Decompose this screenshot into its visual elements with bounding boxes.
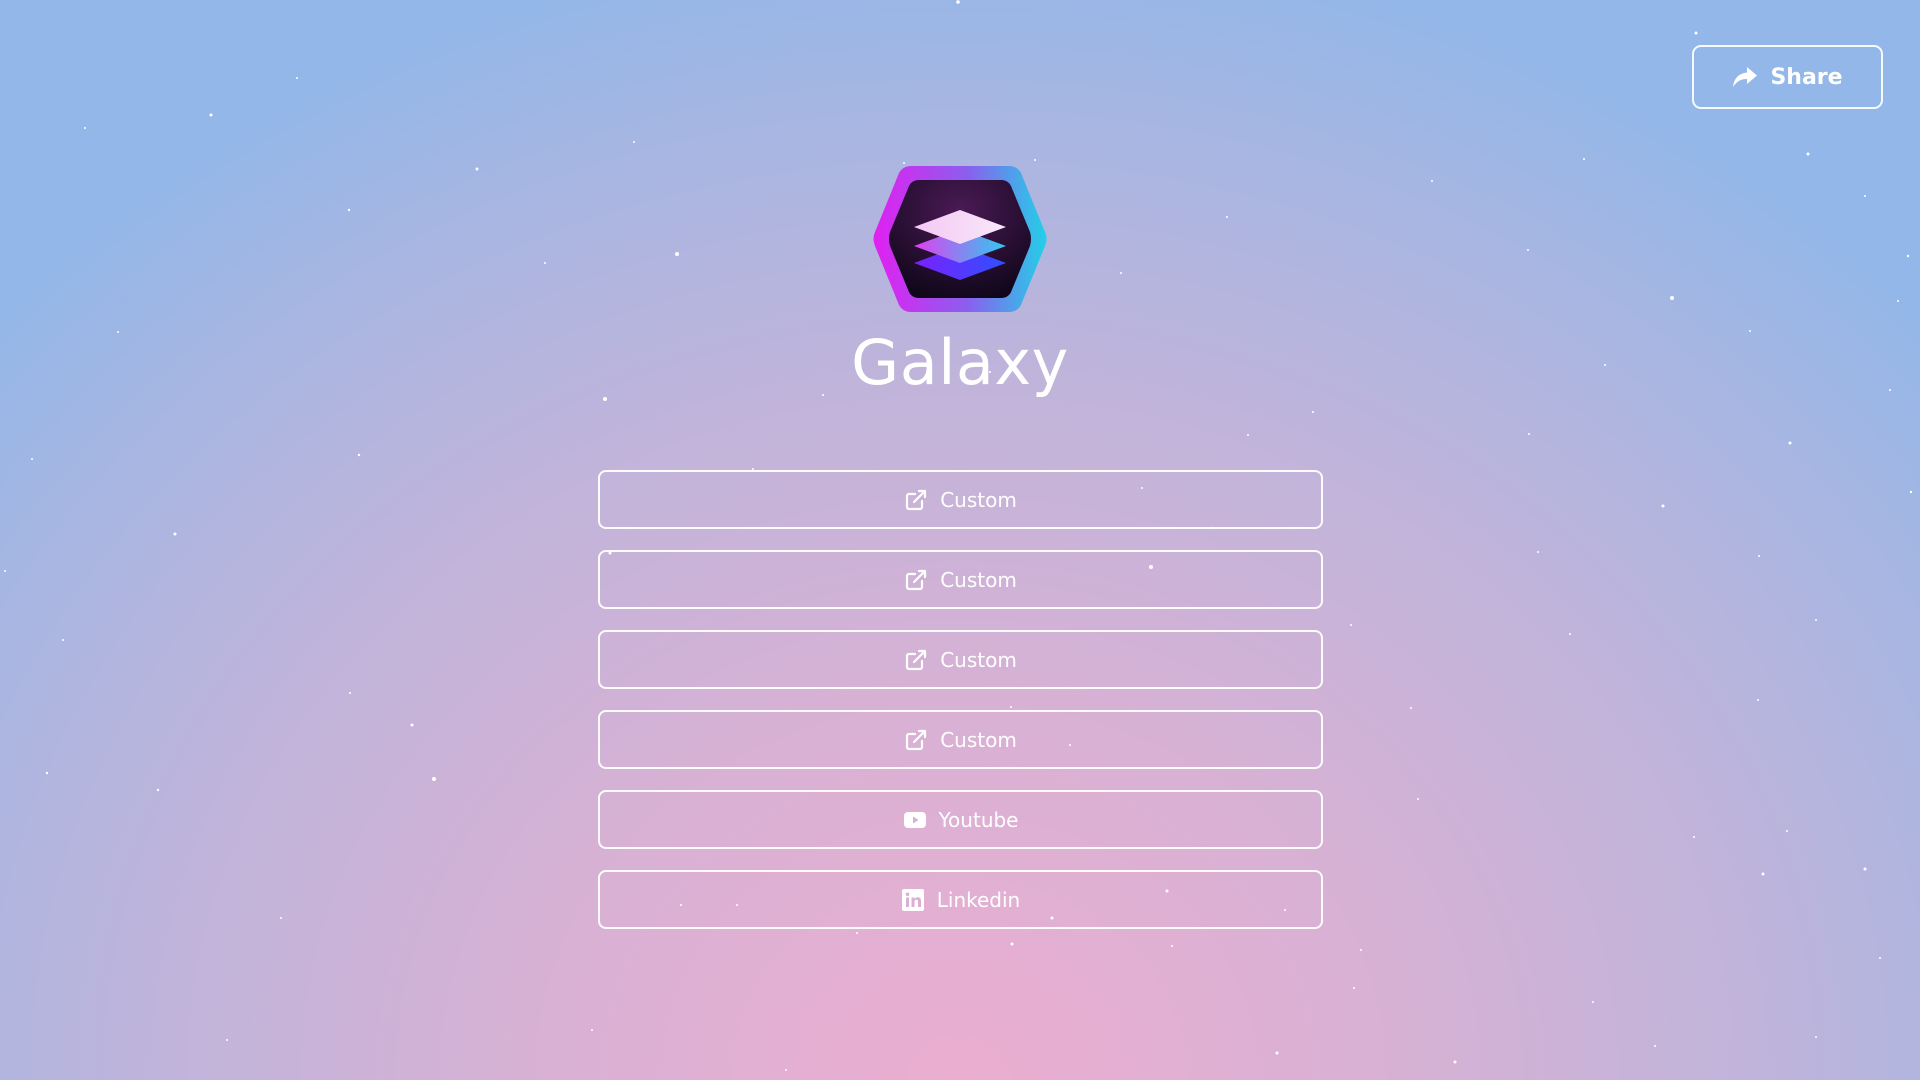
link-button-custom-4[interactable]: Custom [598,710,1323,769]
link-label: Custom [940,567,1017,592]
share-button[interactable]: Share [1692,45,1883,109]
link-button-custom-3[interactable]: Custom [598,630,1323,689]
link-label: Custom [940,727,1017,752]
link-button-custom-2[interactable]: Custom [598,550,1323,609]
youtube-icon [903,811,926,828]
link-list: Custom Custom Custom Custom Youtube Link… [598,470,1323,929]
link-label: Linkedin [936,887,1021,912]
link-button-youtube[interactable]: Youtube [598,790,1323,849]
page-title: Galaxy [851,326,1069,399]
linkedin-icon [901,888,924,911]
link-button-linkedin[interactable]: Linkedin [598,870,1323,929]
share-label: Share [1770,64,1843,90]
external-link-icon [906,729,927,750]
external-link-icon [906,649,927,670]
link-button-custom-1[interactable]: Custom [598,470,1323,529]
link-label: Youtube [938,807,1019,832]
layers-hexagon-logo [873,166,1047,312]
external-link-icon [906,489,927,510]
share-arrow-icon [1733,67,1758,87]
link-label: Custom [940,647,1017,672]
link-label: Custom [940,487,1017,512]
external-link-icon [906,569,927,590]
